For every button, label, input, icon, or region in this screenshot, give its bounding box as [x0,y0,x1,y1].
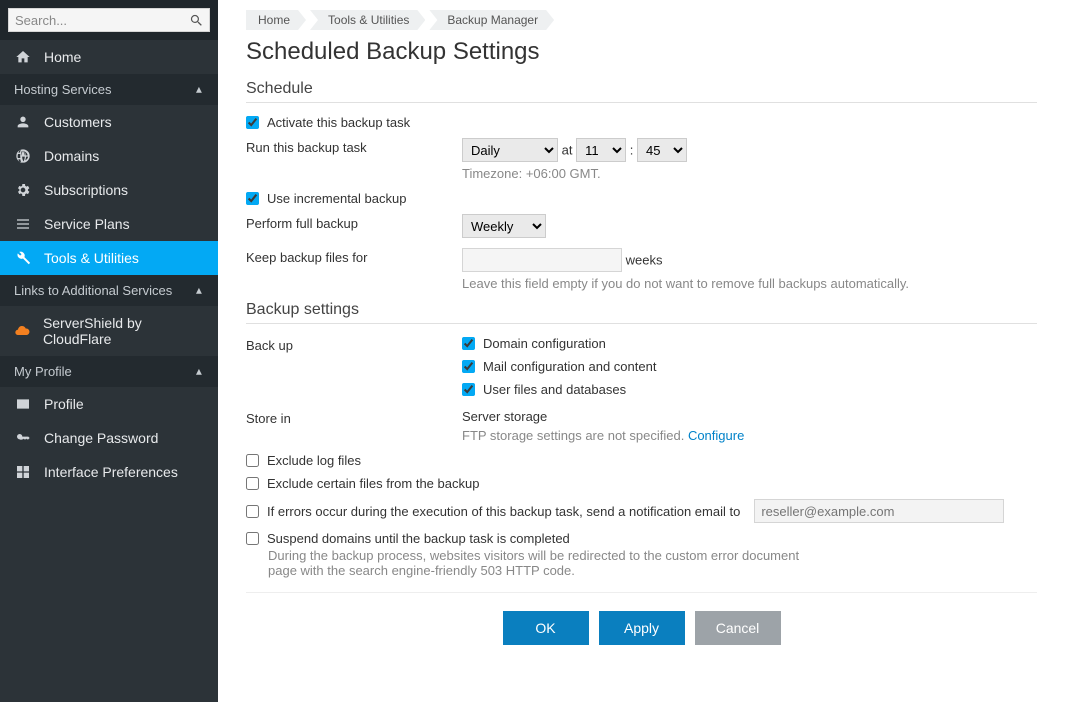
globe-icon [14,148,32,164]
errors-email-input[interactable] [754,499,1004,523]
timezone-hint: Timezone: +06:00 GMT. [462,166,1037,181]
store-in-label: Store in [246,409,462,426]
run-task-label: Run this backup task [246,138,462,155]
sidebar-item-servershield[interactable]: ServerShield by CloudFlare [0,306,218,356]
sidebar-item-domains[interactable]: Domains [0,139,218,173]
exclude-certain-label[interactable]: Exclude certain files from the backup [267,476,479,491]
sidebar-item-label: ServerShield by CloudFlare [43,315,204,347]
sidebar-item-label: Subscriptions [44,182,128,198]
sidebar-item-label: Profile [44,396,84,412]
main-content: Home Tools & Utilities Backup Manager Sc… [218,0,1065,702]
at-label: at [562,143,573,158]
full-backup-label: Perform full backup [246,214,462,231]
incremental-label[interactable]: Use incremental backup [267,191,406,206]
key-icon [14,430,32,446]
sidebar-item-label: Service Plans [44,216,130,232]
sidebar-section-profile[interactable]: My Profile ▼ [0,356,218,387]
sidebar-item-label: Change Password [44,430,158,446]
chevron-up-icon: ▼ [194,84,204,95]
keep-files-label: Keep backup files for [246,248,462,265]
breadcrumb-item[interactable]: Tools & Utilities [310,10,425,30]
apply-button[interactable]: Apply [599,611,685,645]
id-icon [14,396,32,412]
gear-icon [14,182,32,198]
search-icon [189,13,204,31]
cancel-button[interactable]: Cancel [695,611,781,645]
grid-icon [14,464,32,480]
user-files-label[interactable]: User files and databases [483,382,626,397]
hour-select[interactable]: 11 [576,138,626,162]
configure-link[interactable]: Configure [688,428,744,443]
activate-checkbox[interactable] [246,116,259,129]
breadcrumb-item[interactable]: Home [246,10,306,30]
exclude-log-label[interactable]: Exclude log files [267,453,361,468]
home-icon [14,49,32,65]
sidebar-item-label: Domains [44,148,99,164]
incremental-checkbox[interactable] [246,192,259,205]
sidebar-item-label: Home [44,49,81,65]
keep-files-hint: Leave this field empty if you do not wan… [462,276,1037,291]
sidebar-item-label: Interface Preferences [44,464,178,480]
domain-config-checkbox[interactable] [462,337,475,350]
sidebar: Home Hosting Services ▼ Customers Domain… [0,0,218,702]
sidebar-section-hosting[interactable]: Hosting Services ▼ [0,74,218,105]
activate-label[interactable]: Activate this backup task [267,115,410,130]
divider [246,592,1037,593]
exclude-log-checkbox[interactable] [246,454,259,467]
domain-config-label[interactable]: Domain configuration [483,336,606,351]
exclude-certain-checkbox[interactable] [246,477,259,490]
wrench-icon [14,250,32,266]
mail-config-checkbox[interactable] [462,360,475,373]
mail-config-label[interactable]: Mail configuration and content [483,359,656,374]
section-backup-settings-heading: Backup settings [246,301,1037,324]
store-hint: FTP storage settings are not specified. [462,428,688,443]
chevron-up-icon: ▼ [194,285,204,296]
search-input[interactable] [8,8,210,32]
errors-email-label[interactable]: If errors occur during the execution of … [267,504,740,519]
store-in-value: Server storage [462,409,1037,424]
suspend-label[interactable]: Suspend domains until the backup task is… [267,531,570,546]
plans-icon [14,216,32,232]
sidebar-item-profile[interactable]: Profile [0,387,218,421]
errors-email-checkbox[interactable] [246,505,259,518]
cloud-icon [14,323,31,339]
sidebar-item-change-password[interactable]: Change Password [0,421,218,455]
sidebar-item-label: Customers [44,114,112,130]
sidebar-item-tools-utilities[interactable]: Tools & Utilities [0,241,218,275]
breadcrumb: Home Tools & Utilities Backup Manager [246,10,1037,30]
user-files-checkbox[interactable] [462,383,475,396]
person-icon [14,114,32,130]
keep-files-input[interactable] [462,248,622,272]
backup-label: Back up [246,336,462,353]
full-backup-select[interactable]: Weekly [462,214,546,238]
sidebar-item-subscriptions[interactable]: Subscriptions [0,173,218,207]
suspend-hint: During the backup process, websites visi… [268,548,808,578]
sidebar-item-label: Tools & Utilities [44,250,139,266]
suspend-checkbox[interactable] [246,532,259,545]
keep-unit-label: weeks [626,253,663,268]
sidebar-section-links[interactable]: Links to Additional Services ▼ [0,275,218,306]
sidebar-item-interface-preferences[interactable]: Interface Preferences [0,455,218,489]
breadcrumb-item[interactable]: Backup Manager [429,10,554,30]
minute-select[interactable]: 45 [637,138,687,162]
sidebar-item-service-plans[interactable]: Service Plans [0,207,218,241]
sidebar-item-customers[interactable]: Customers [0,105,218,139]
chevron-up-icon: ▼ [194,366,204,377]
section-schedule-heading: Schedule [246,80,1037,103]
ok-button[interactable]: OK [503,611,589,645]
page-title: Scheduled Backup Settings [246,38,1037,66]
frequency-select[interactable]: Daily [462,138,558,162]
sidebar-item-home[interactable]: Home [0,40,218,74]
